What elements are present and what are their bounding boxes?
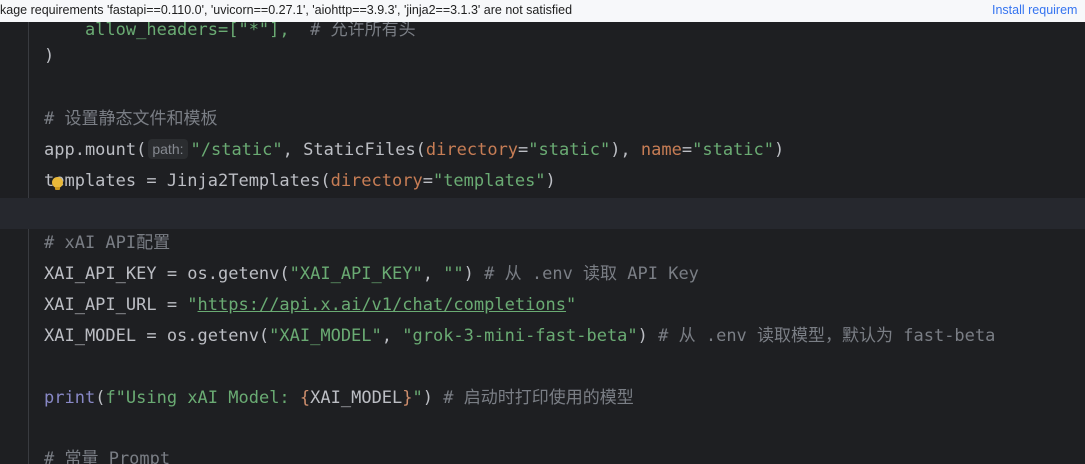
code-line-2[interactable]: ) (44, 41, 54, 72)
code-line-templates[interactable]: templates = Jinja2Templates(directory="t… (44, 166, 556, 197)
lightbulb-icon[interactable] (52, 177, 63, 190)
code-line-comment-static[interactable]: # 设置静态文件和模板 (44, 104, 217, 135)
code-line-api-key[interactable]: XAI_API_KEY = os.getenv("XAI_API_KEY", "… (44, 259, 699, 290)
indent-guide (28, 22, 29, 464)
code-line-app-mount[interactable]: app.mount(path: "/static", StaticFiles(di… (44, 135, 784, 166)
current-line-highlight (0, 198, 1085, 229)
code-line-model[interactable]: XAI_MODEL = os.getenv("XAI_MODEL", "grok… (44, 321, 995, 352)
code-line-api-url[interactable]: XAI_API_URL = "https://api.x.ai/v1/chat/… (44, 290, 576, 321)
code-line-comment-xai[interactable]: # xAI API配置 (44, 228, 170, 259)
api-url-link[interactable]: https://api.x.ai/v1/chat/completions (198, 295, 566, 315)
code-editor[interactable]: allow_headers=["*"], # 允许所有头 ) # 设置静态文件和… (0, 22, 1085, 464)
code-line-comment-prompt[interactable]: # 常量 Prompt (44, 444, 170, 464)
code-line-print[interactable]: print(f"Using xAI Model: {XAI_MODEL}") #… (44, 383, 634, 414)
parameter-name-hint: path: (148, 139, 188, 159)
code-line-1[interactable]: allow_headers=["*"], # 允许所有头 (44, 22, 416, 46)
install-requirements-link[interactable]: Install requirem (992, 0, 1077, 21)
requirements-warning-message: kage requirements 'fastapi==0.110.0', 'u… (0, 3, 573, 17)
requirements-warning-banner: kage requirements 'fastapi==0.110.0', 'u… (0, 0, 1085, 23)
